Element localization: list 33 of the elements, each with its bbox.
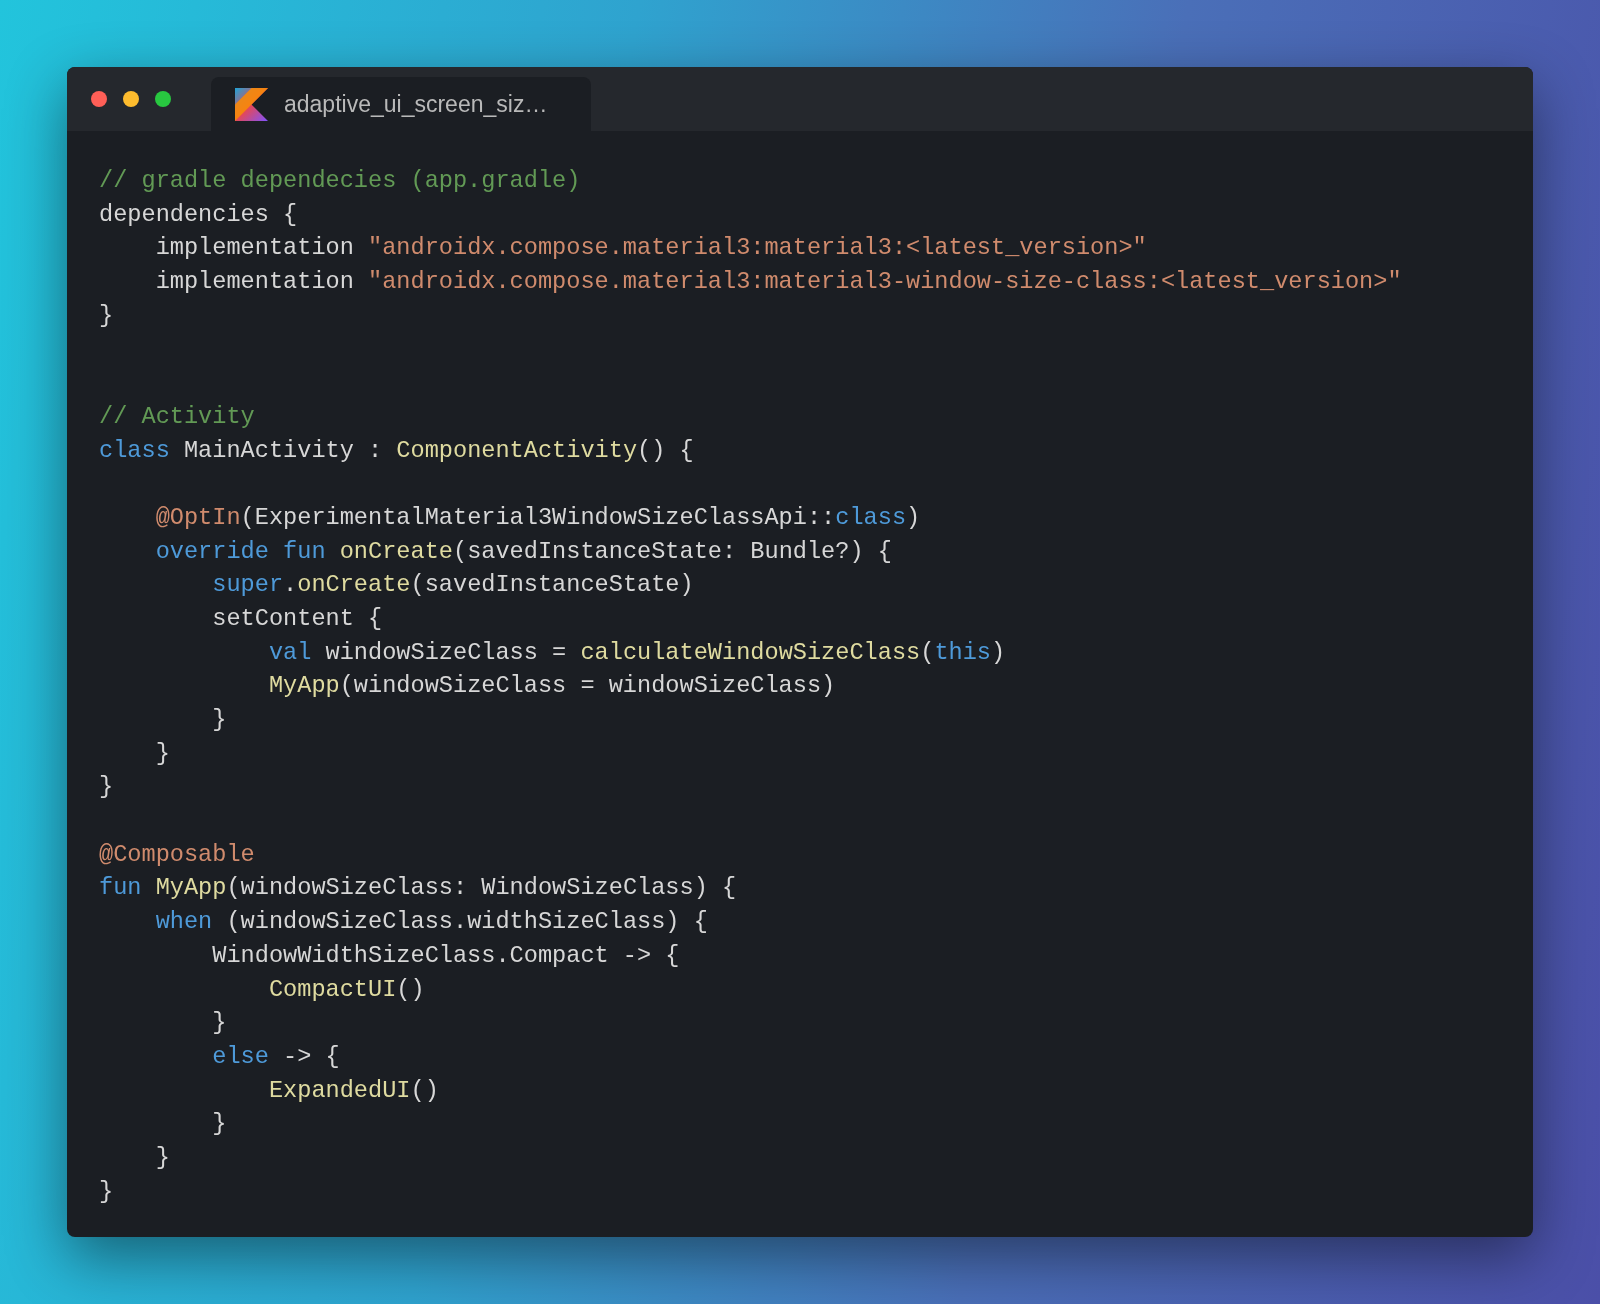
window-control-dot[interactable] bbox=[123, 91, 139, 107]
tab-title: adaptive_ui_screen_siz… bbox=[284, 90, 548, 118]
kotlin-logo-icon bbox=[235, 87, 268, 121]
window-control-dot[interactable] bbox=[91, 91, 107, 107]
code-line: // Activity bbox=[99, 402, 255, 432]
code-line: // gradle dependecies (app.gradle) bbox=[99, 167, 581, 196]
code-line: @OptIn(ExperimentalMaterial3WindowSizeClassApi::class) bbox=[154, 503, 921, 533]
code-line: fun MyApp(windowSizeClass: WindowSizeClass) { bbox=[99, 874, 737, 904]
code-line: dependencies { bbox=[99, 200, 298, 230]
file-tab[interactable]: adaptive_ui_screen_siz… bbox=[211, 77, 591, 131]
code-line: } bbox=[99, 1177, 114, 1207]
code-line: super.onCreate(savedInstanceState) bbox=[211, 571, 694, 601]
code-line: } bbox=[211, 1009, 227, 1039]
code-line: } bbox=[154, 1143, 170, 1173]
code-line: CompactUI() bbox=[267, 975, 425, 1005]
code-line: implementation "androidx.compose.material3:material3-window-size-class:<latest_version>" bbox=[154, 268, 1402, 298]
code-line: implementation "androidx.compose.material3:material3:<latest_version>" bbox=[154, 234, 1147, 264]
code-line: } bbox=[211, 706, 227, 735]
code-line: override fun onCreate(savedInstanceState: Bundle?) { bbox=[154, 537, 892, 567]
code-line: } bbox=[99, 773, 114, 803]
code-line: @Composable bbox=[99, 840, 255, 870]
code-line: class MainActivity : ComponentActivity() { bbox=[99, 436, 694, 466]
code-line: } bbox=[99, 301, 114, 331]
code-line: else -> { bbox=[211, 1042, 340, 1072]
code-line: val windowSizeClass = calculateWindowSizeClass(this) bbox=[267, 638, 1006, 668]
code-line: ExpandedUI() bbox=[267, 1076, 439, 1106]
window-control-dot[interactable] bbox=[155, 91, 171, 107]
code-line: WindowWidthSizeClass.Compact -> { bbox=[211, 941, 680, 971]
code-line: MyApp(windowSizeClass = windowSizeClass) bbox=[267, 672, 836, 702]
code-line: } bbox=[154, 739, 170, 769]
code-line: when (windowSizeClass.widthSizeClass) { bbox=[154, 908, 708, 938]
code-line: setContent { bbox=[211, 604, 383, 634]
code-line: } bbox=[211, 1110, 227, 1140]
